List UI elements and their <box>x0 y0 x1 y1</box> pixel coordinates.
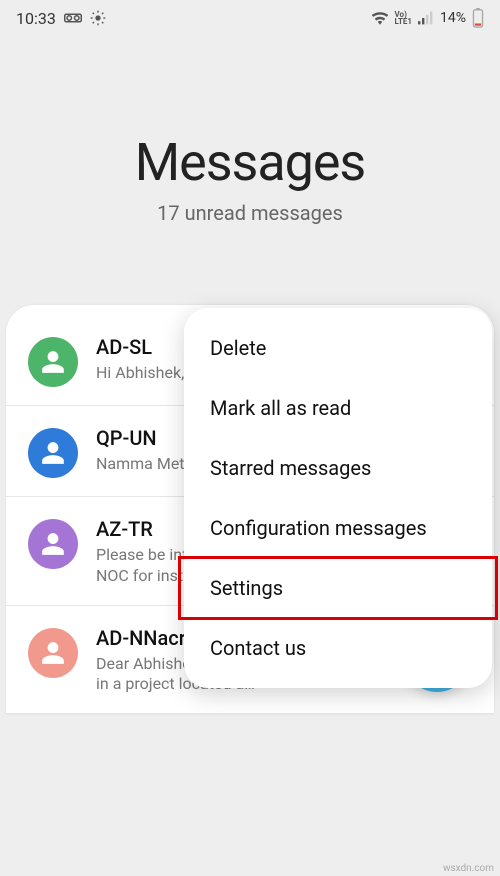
brightness-icon <box>90 10 106 26</box>
page-title: Messages <box>0 132 500 193</box>
battery-percent: 14% <box>440 10 466 26</box>
watermark: wsxdn.com <box>443 863 494 874</box>
signal-icon <box>418 11 434 25</box>
volte-icon: Vo)LTE1 <box>395 11 413 25</box>
avatar <box>28 337 78 387</box>
status-bar: 10:33 Vo)LTE1 14% <box>0 0 500 32</box>
menu-contact-us[interactable]: Contact us <box>184 618 492 678</box>
menu-mark-all-read[interactable]: Mark all as read <box>184 378 492 438</box>
avatar <box>28 628 78 678</box>
notif-voicemail-icon <box>64 11 82 25</box>
overflow-menu: Delete Mark all as read Starred messages… <box>184 308 492 688</box>
person-icon <box>40 349 66 375</box>
avatar <box>28 519 78 569</box>
person-icon <box>40 531 66 557</box>
avatar <box>28 428 78 478</box>
person-icon <box>40 640 66 666</box>
status-time: 10:33 <box>16 9 56 28</box>
menu-config-messages[interactable]: Configuration messages <box>184 498 492 558</box>
menu-settings[interactable]: Settings <box>184 558 492 618</box>
battery-icon <box>472 8 484 28</box>
person-icon <box>40 440 66 466</box>
unread-subtitle: 17 unread messages <box>0 201 500 225</box>
wifi-icon <box>371 11 389 25</box>
menu-delete[interactable]: Delete <box>184 318 492 378</box>
menu-starred[interactable]: Starred messages <box>184 438 492 498</box>
page-header: Messages 17 unread messages <box>0 32 500 305</box>
